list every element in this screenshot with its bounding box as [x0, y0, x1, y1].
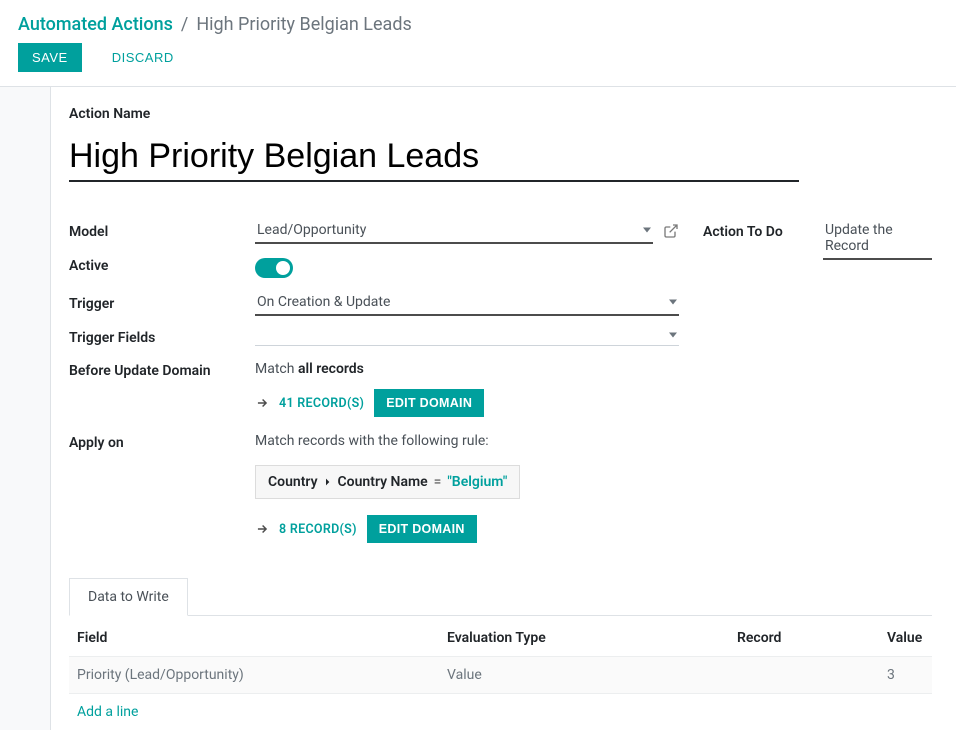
breadcrumb-root-link[interactable]: Automated Actions: [18, 14, 173, 35]
col-record: Record: [729, 616, 879, 657]
breadcrumb-separator: /: [181, 14, 188, 35]
tab-data-to-write[interactable]: Data to Write: [69, 578, 188, 616]
apply-on-rule: Country Country Name = "Belgium": [255, 465, 520, 499]
chevron-down-icon: [643, 228, 651, 233]
table-row[interactable]: Priority (Lead/Opportunity) Value 3: [69, 657, 932, 694]
col-value: Value: [879, 616, 932, 657]
before-domain-summary: Match all records: [255, 357, 679, 385]
action-name-input[interactable]: [69, 133, 799, 182]
model-select[interactable]: Lead/Opportunity: [255, 218, 653, 244]
chevron-down-icon: [669, 300, 677, 305]
before-domain-records-link[interactable]: 41 RECORD(S): [279, 396, 364, 411]
rule-path-2: Country Name: [338, 474, 428, 490]
active-toggle[interactable]: [255, 258, 293, 278]
external-link-icon[interactable]: [663, 223, 679, 239]
rule-operator: =: [434, 474, 442, 490]
trigger-fields-select[interactable]: [255, 324, 679, 346]
rule-value: "Belgium": [447, 474, 507, 490]
apply-on-records-link[interactable]: 8 RECORD(S): [279, 522, 357, 537]
apply-on-summary: Match records with the following rule:: [255, 429, 679, 457]
cell-record: [729, 657, 879, 694]
discard-button[interactable]: DISCARD: [98, 43, 188, 72]
chevron-down-icon: [669, 332, 677, 337]
chevron-right-icon: [324, 478, 332, 486]
cell-eval-type: Value: [439, 657, 729, 694]
trigger-select[interactable]: On Creation & Update: [255, 290, 679, 316]
rule-path-1: Country: [268, 474, 318, 490]
apply-on-label: Apply on: [69, 429, 255, 454]
tabs: Data to Write: [69, 577, 932, 616]
breadcrumb-current: High Priority Belgian Leads: [196, 14, 411, 35]
action-name-label: Action Name: [69, 103, 932, 125]
action-bar: SAVE DISCARD: [0, 43, 956, 86]
before-domain-edit-button[interactable]: EDIT DOMAIN: [374, 389, 484, 417]
trigger-fields-label: Trigger Fields: [69, 324, 255, 349]
col-field: Field: [69, 616, 439, 657]
model-label: Model: [69, 218, 255, 243]
data-to-write-table: Field Evaluation Type Record Value Prior…: [69, 616, 932, 694]
arrow-right-icon: [255, 396, 269, 410]
trigger-label: Trigger: [69, 290, 255, 315]
action-to-do-label: Action To Do: [703, 218, 823, 243]
breadcrumb: Automated Actions / High Priority Belgia…: [0, 0, 956, 43]
cell-value: 3: [879, 657, 932, 694]
trigger-value: On Creation & Update: [257, 294, 390, 310]
active-label: Active: [69, 252, 255, 277]
add-line-button[interactable]: Add a line: [69, 694, 146, 730]
arrow-right-icon: [255, 522, 269, 536]
save-button[interactable]: SAVE: [18, 43, 82, 72]
action-to-do-value: Update the Record: [825, 222, 893, 254]
cell-field: Priority (Lead/Opportunity): [69, 657, 439, 694]
col-eval-type: Evaluation Type: [439, 616, 729, 657]
model-value: Lead/Opportunity: [257, 222, 366, 238]
apply-on-edit-button[interactable]: EDIT DOMAIN: [367, 515, 477, 543]
action-to-do-select[interactable]: Update the Record: [823, 218, 932, 260]
before-update-domain-label: Before Update Domain: [69, 357, 255, 382]
